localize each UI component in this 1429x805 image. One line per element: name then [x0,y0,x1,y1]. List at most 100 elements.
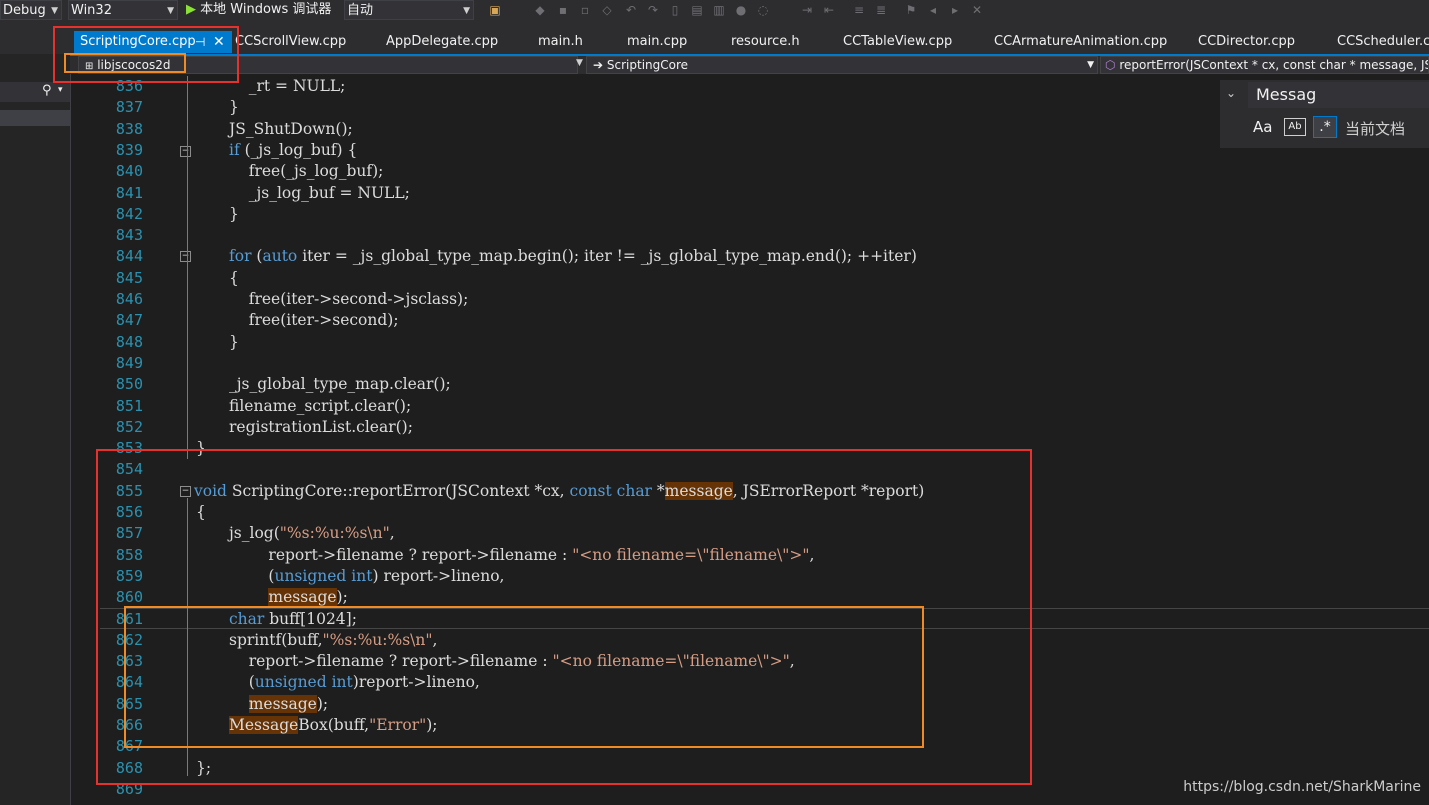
navigation-bar: ⊞ libjscocos2d ▼ ➔ ScriptingCore ▼ ⬡ rep… [70,54,1429,74]
line-number: 850 [115,375,143,394]
line-number: 848 [115,332,143,351]
step-icon[interactable]: ◆ [533,3,547,17]
find-query: Messag [1256,85,1317,104]
comment-icon[interactable]: ▤ [690,3,704,17]
collapse-icon[interactable]: − [180,146,191,157]
chevron-down-icon: ▾ [58,85,63,95]
back-icon[interactable]: ↶ [624,3,638,17]
start-debug-button[interactable]: ▶ 本地 Windows 调试器 [186,1,331,21]
tab-ccscrollview[interactable]: CCScrollView.cpp [235,32,346,52]
breakpoint-icon[interactable]: ● [734,3,748,17]
method-icon: ⬡ [1105,58,1116,72]
line-number: 846 [115,290,143,308]
settings-icon[interactable]: ◌ [756,3,770,17]
line-number: 841 [115,183,143,202]
left-panel: ▾ ⊥ × ⚲ ▾ [0,24,70,805]
config-value: Debug [3,3,46,18]
play-icon: ▶ [186,2,196,17]
search-scope[interactable]: 当前文档 [1345,118,1405,139]
annotation-orange-box-project [64,53,186,73]
expand-icon[interactable]: ⌄ [1226,86,1236,100]
run-target-label: 本地 Windows 调试器 [200,2,332,17]
code-line[interactable]: free(iter->second); [229,310,399,331]
find-input[interactable]: Messag [1248,82,1429,108]
code-line[interactable]: { [229,268,239,289]
uncomment-icon[interactable]: ▥ [712,3,726,17]
tab-resource-h[interactable]: resource.h [731,32,800,52]
outdent-icon[interactable]: ⇤ [822,3,836,17]
code-line[interactable]: JS_ShutDown(); [229,119,353,140]
run-mode-dropdown[interactable]: 自动 ▼ [344,0,474,20]
forward-icon[interactable]: ↷ [646,3,660,17]
line-number: 849 [115,353,143,372]
whole-word-icon[interactable]: Ab [1284,118,1306,136]
config-dropdown[interactable]: Debug ▼ [0,0,62,20]
arrow-right-icon: ➔ [593,58,604,72]
line-number: 837 [115,98,143,117]
platform-dropdown[interactable]: Win32 ▼ [68,0,178,20]
find-panel: ⌄ Messag Aa Ab .* 当前文档 [1220,80,1429,148]
line-number: 839 [115,140,143,159]
save-icon[interactable]: ▪ [556,3,570,17]
tab-ccscheduler[interactable]: CCScheduler.cpp [1337,32,1429,52]
chevron-down-icon: ▼ [1087,60,1094,70]
fold-guide [187,76,188,459]
left-search-box[interactable]: ⚲ ▾ [0,82,70,102]
tab-appdelegate[interactable]: AppDelegate.cpp [386,32,498,52]
selected-tree-item[interactable] [0,110,70,126]
code-line[interactable]: } [229,332,239,353]
tab-cctableview[interactable]: CCTableView.cpp [843,32,952,52]
clear-bookmarks-icon[interactable]: ✕ [970,3,984,17]
line-number: 842 [115,204,143,223]
find-icon[interactable]: ◇ [600,3,614,17]
prev-bookmark-icon[interactable]: ◂ [926,3,940,17]
solution-icon[interactable]: ▣ [488,3,502,17]
bookmark-icon[interactable]: ▯ [668,3,682,17]
next-bookmark-icon[interactable]: ▸ [948,3,962,17]
indent-icon[interactable]: ⇥ [800,3,814,17]
collapse-icon[interactable]: − [180,251,191,262]
run-mode-value: 自动 [347,3,374,18]
scope-dropdown[interactable]: ➔ ScriptingCore ▼ [586,56,1098,74]
uncomment-lines-icon[interactable]: ≣ [874,3,888,17]
bookmark-flag-icon[interactable]: ⚑ [904,3,918,17]
code-line[interactable]: } [229,97,239,118]
main-toolbar: Debug ▼ Win32 ▼ ▶ 本地 Windows 调试器 自动 ▼ ▣ ◆ ▪… [0,0,1429,24]
annotation-orange-box-messagebox [124,606,924,748]
code-line[interactable]: free(iter->second->jsclass); [229,289,469,310]
member-dropdown[interactable]: ⬡ reportError(JSContext * cx, const char… [1100,56,1429,74]
member-value: reportError(JSContext * cx, const char *… [1119,58,1429,72]
line-number: 851 [115,396,143,415]
comment-lines-icon[interactable]: ≡ [852,3,866,17]
line-number: 852 [115,417,143,436]
code-line[interactable]: _rt = NULL; [229,76,346,97]
tab-ccarmatureanimation[interactable]: CCArmatureAnimation.cpp [994,32,1167,52]
code-line[interactable]: for (auto iter = _js_global_type_map.beg… [229,246,917,267]
code-line[interactable]: } [229,204,239,225]
copy-icon[interactable]: ▫ [578,3,592,17]
tab-main-cpp[interactable]: main.cpp [627,32,687,52]
platform-value: Win32 [71,3,112,18]
code-line[interactable]: registrationList.clear(); [229,417,413,438]
code-line[interactable]: filename_script.clear(); [229,396,411,417]
chevron-down-icon: ▼ [167,6,174,16]
line-number: 838 [115,119,143,138]
code-line[interactable]: _js_log_buf = NULL; [229,183,410,204]
line-number: 847 [115,311,143,330]
code-line[interactable]: _js_global_type_map.clear(); [229,374,451,395]
code-line[interactable]: if (_js_log_buf) { [229,140,357,161]
line-number: 840 [115,162,143,181]
scope-value: ScriptingCore [606,58,689,72]
regex-icon[interactable]: .* [1313,116,1337,138]
line-number: 845 [115,268,143,287]
chevron-down-icon[interactable]: ▼ [576,58,583,68]
tab-ccdirector[interactable]: CCDirector.cpp [1198,32,1295,52]
match-case-button[interactable]: Aa [1253,118,1272,136]
watermark: https://blog.csdn.net/SharkMarine [1183,779,1421,795]
code-line[interactable]: free(_js_log_buf); [229,161,384,182]
line-number: 843 [115,226,143,245]
chevron-down-icon: ▼ [51,6,58,16]
tab-main-h[interactable]: main.h [538,32,583,52]
line-number: 844 [115,247,143,266]
chevron-down-icon: ▼ [463,6,470,16]
